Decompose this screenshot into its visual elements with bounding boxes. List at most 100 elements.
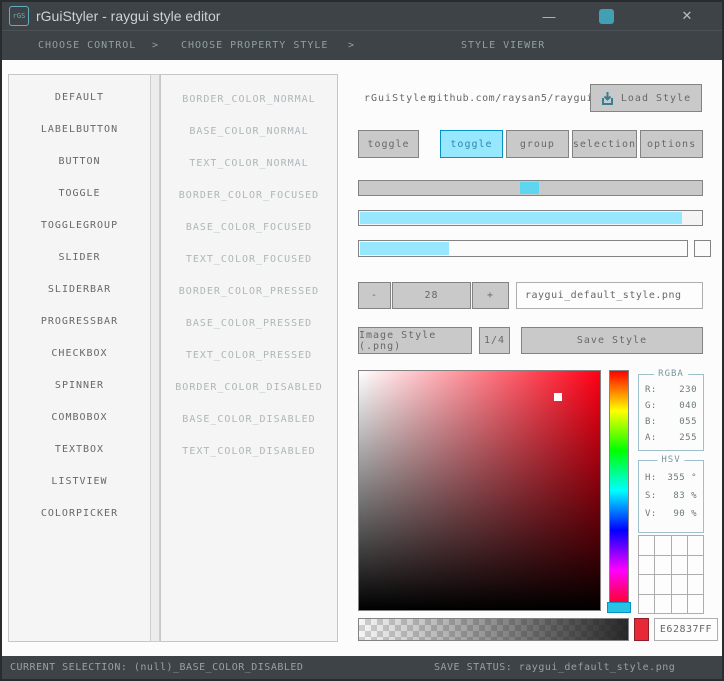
alpha-bar[interactable] xyxy=(358,618,629,641)
save-style-button[interactable]: Save Style xyxy=(521,327,703,354)
hsv-row-h: H: 355 ° xyxy=(645,473,697,483)
swatch-cell[interactable] xyxy=(655,536,672,556)
app-window: rGS rGuiStyler - raygui style editor — ✕… xyxy=(0,0,724,681)
rgba-row-g: G: 040 xyxy=(645,401,697,411)
load-style-icon xyxy=(601,91,613,105)
hue-handle[interactable] xyxy=(607,602,631,613)
color-swatch-grid xyxy=(638,535,704,614)
property-item-border-color-normal[interactable]: BORDER_COLOR_NORMAL xyxy=(161,83,337,115)
swatch-cell[interactable] xyxy=(687,575,704,595)
hex-value-textbox[interactable]: E62837FF xyxy=(654,618,718,641)
swatch-cell[interactable] xyxy=(671,575,688,595)
value-label: A: xyxy=(645,433,657,443)
checkbox-demo[interactable] xyxy=(694,240,711,257)
toggle-single[interactable]: toggle xyxy=(358,130,419,158)
control-item-progressbar[interactable]: PROGRESSBAR xyxy=(9,305,150,337)
control-item-slider[interactable]: SLIDER xyxy=(9,241,150,273)
image-style-button[interactable]: Image Style (.png) xyxy=(358,327,472,354)
close-icon: ✕ xyxy=(681,8,693,23)
maximize-icon xyxy=(598,8,614,24)
sliderbar-demo[interactable] xyxy=(358,240,688,257)
control-item-toggle[interactable]: TOGGLE xyxy=(9,177,150,209)
controls-list-scrollbar[interactable] xyxy=(150,74,160,642)
toggle-group-item-group[interactable]: group xyxy=(505,130,569,158)
minimize-icon: — xyxy=(542,8,556,24)
repo-link[interactable]: github.com/raysan5/raygui xyxy=(430,93,593,104)
slider-demo[interactable] xyxy=(358,180,703,196)
property-item-base-color-pressed[interactable]: BASE_COLOR_PRESSED xyxy=(161,307,337,339)
value-label: H: xyxy=(645,473,657,483)
window-title: rGuiStyler - raygui style editor xyxy=(36,8,221,24)
titlebar: rGS rGuiStyler - raygui style editor — ✕ xyxy=(2,2,722,30)
value-text: 230 xyxy=(679,385,697,395)
control-item-combobox[interactable]: COMBOBOX xyxy=(9,401,150,433)
swatch-cell[interactable] xyxy=(639,594,656,614)
filename-textbox[interactable]: raygui_default_style.png xyxy=(516,282,703,309)
value-text: 040 xyxy=(679,401,697,411)
control-item-labelbutton[interactable]: LABELBUTTON xyxy=(9,113,150,145)
color-panel[interactable] xyxy=(358,370,601,611)
control-item-button[interactable]: BUTTON xyxy=(9,145,150,177)
swatch-cell[interactable] xyxy=(655,555,672,575)
progressbar-demo xyxy=(358,210,703,226)
swatch-cell[interactable] xyxy=(687,555,704,575)
property-item-border-color-focused[interactable]: BORDER_COLOR_FOCUSED xyxy=(161,179,337,211)
close-button[interactable]: ✕ xyxy=(674,2,700,30)
nav-separator-icon: > xyxy=(348,40,356,51)
status-current-selection: CURRENT SELECTION: (null)_BASE_COLOR_DIS… xyxy=(10,662,304,673)
control-item-colorpicker[interactable]: COLORPICKER xyxy=(9,497,150,529)
property-item-base-color-disabled[interactable]: BASE_COLOR_DISABLED xyxy=(161,403,337,435)
ratio-button[interactable]: 1/4 xyxy=(479,327,510,354)
value-text: 055 xyxy=(679,417,697,427)
minimize-button[interactable]: — xyxy=(536,2,562,30)
swatch-cell[interactable] xyxy=(671,536,688,556)
load-style-label: Load Style xyxy=(620,92,692,104)
rgba-row-a: A: 255 xyxy=(645,433,697,443)
hue-bar[interactable] xyxy=(607,370,631,613)
status-save-status: SAVE STATUS: raygui_default_style.png xyxy=(434,662,676,673)
control-item-listview[interactable]: LISTVIEW xyxy=(9,465,150,497)
property-item-text-color-normal[interactable]: TEXT_COLOR_NORMAL xyxy=(161,147,337,179)
property-item-text-color-focused[interactable]: TEXT_COLOR_FOCUSED xyxy=(161,243,337,275)
control-item-textbox[interactable]: TEXTBOX xyxy=(9,433,150,465)
control-item-default[interactable]: DEFAULT xyxy=(9,81,150,113)
swatch-cell[interactable] xyxy=(687,536,704,556)
control-item-togglegroup[interactable]: TOGGLEGROUP xyxy=(9,209,150,241)
swatch-cell[interactable] xyxy=(639,555,656,575)
sliderbar-fill xyxy=(360,242,449,255)
property-item-text-color-pressed[interactable]: TEXT_COLOR_PRESSED xyxy=(161,339,337,371)
control-item-checkbox[interactable]: CHECKBOX xyxy=(9,337,150,369)
app-icon: rGS xyxy=(9,6,29,26)
swatch-cell[interactable] xyxy=(687,594,704,614)
slider-handle[interactable] xyxy=(520,182,539,194)
property-item-base-color-normal[interactable]: BASE_COLOR_NORMAL xyxy=(161,115,337,147)
maximize-button[interactable] xyxy=(593,2,619,30)
toggle-group-item-selection[interactable]: selection xyxy=(571,130,638,158)
value-label: R: xyxy=(645,385,657,395)
property-item-base-color-focused[interactable]: BASE_COLOR_FOCUSED xyxy=(161,211,337,243)
toggle-group-item-toggle[interactable]: toggle xyxy=(440,130,503,158)
property-item-border-color-disabled[interactable]: BORDER_COLOR_DISABLED xyxy=(161,371,337,403)
swatch-cell[interactable] xyxy=(655,594,672,614)
value-text: 255 xyxy=(679,433,697,443)
control-item-sliderbar[interactable]: SLIDERBAR xyxy=(9,273,150,305)
spinner-minus-button[interactable]: - xyxy=(358,282,391,309)
swatch-cell[interactable] xyxy=(655,575,672,595)
swatch-cell[interactable] xyxy=(639,536,656,556)
swatch-cell[interactable] xyxy=(639,575,656,595)
section-navbar: CHOOSE CONTROL > CHOOSE PROPERTY STYLE >… xyxy=(2,30,722,60)
property-item-text-color-disabled[interactable]: TEXT_COLOR_DISABLED xyxy=(161,435,337,467)
property-item-border-color-pressed[interactable]: BORDER_COLOR_PRESSED xyxy=(161,275,337,307)
toggle-group-item-options[interactable]: options xyxy=(640,130,703,158)
value-text: 90 % xyxy=(673,509,697,519)
spinner-value[interactable]: 28 xyxy=(392,282,471,309)
load-style-button[interactable]: Load Style xyxy=(590,84,702,112)
rgba-row-r: R: 230 xyxy=(645,385,697,395)
swatch-cell[interactable] xyxy=(671,555,688,575)
value-label: S: xyxy=(645,491,657,501)
control-item-spinner[interactable]: SPINNER xyxy=(9,369,150,401)
nav-separator-icon: > xyxy=(152,40,160,51)
swatch-cell[interactable] xyxy=(671,594,688,614)
value-label: V: xyxy=(645,509,657,519)
spinner-plus-button[interactable]: + xyxy=(472,282,509,309)
